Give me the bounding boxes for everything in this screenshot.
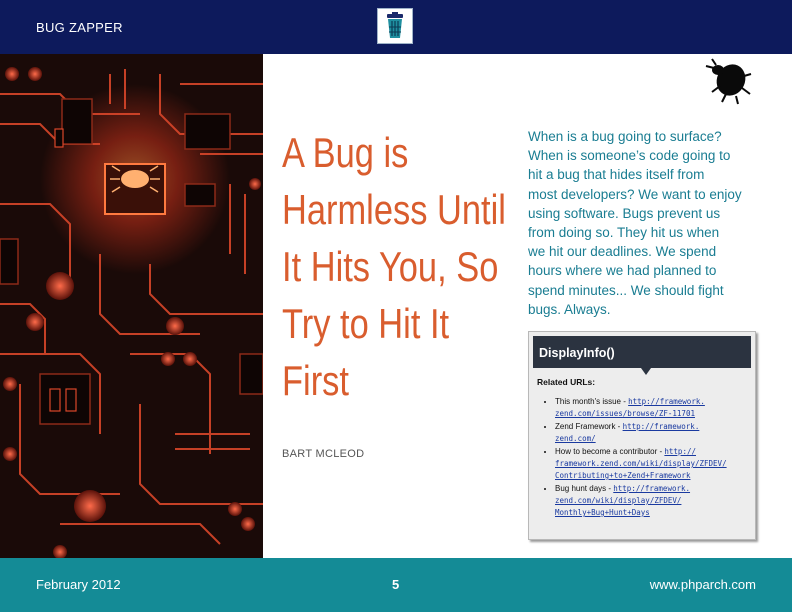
intro-line: most developers? We want to enjoy	[528, 186, 742, 202]
intro-line: hit a bug that hides itself from	[528, 167, 705, 183]
title-line: Harmless Until	[282, 186, 506, 233]
issue-date: February 2012	[36, 577, 121, 592]
author-byline: BART MCLEOD	[282, 448, 365, 460]
page-header: BUG ZAPPER	[0, 0, 792, 54]
url-link[interactable]: http://	[664, 447, 696, 456]
url-link[interactable]: Monthly+Bug+Hunt+Days	[555, 508, 650, 517]
article-intro: When is a bug going to surface? When is …	[528, 127, 763, 319]
url-link[interactable]: http://framework.	[628, 397, 705, 406]
title-line: It Hits You, So	[282, 243, 499, 290]
link-label: How to become a contributor -	[555, 447, 665, 456]
list-item: This month's issue - http://framework. z…	[555, 396, 765, 420]
link-label: This month's issue -	[555, 397, 629, 406]
display-info-sidebar: DisplayInfo() Related URLs: This month's…	[528, 331, 756, 540]
url-link[interactable]: framework.zend.com/wiki/display/ZFDEV/	[555, 459, 727, 468]
url-link[interactable]: Contributing+to+Zend+Framework	[555, 471, 690, 480]
page-number: 5	[392, 577, 400, 592]
intro-line: hours where we had planned to	[528, 263, 717, 279]
url-link[interactable]: http://framework.	[623, 422, 700, 431]
sidebar-pointer-icon	[641, 368, 651, 375]
related-urls-list: This month's issue - http://framework. z…	[537, 396, 765, 520]
list-item: How to become a contributor - http:// fr…	[555, 446, 765, 482]
related-urls-label: Related URLs:	[537, 377, 596, 387]
list-item: Bug hunt days - http://framework. zend.c…	[555, 483, 765, 519]
circuit-board-bug-illustration	[0, 54, 263, 558]
url-link[interactable]: zend.com/	[555, 434, 596, 443]
intro-line: from doing so. They hit us when	[528, 225, 720, 241]
link-label: Bug hunt days -	[555, 484, 614, 493]
title-line: Try to Hit It	[282, 300, 450, 347]
link-label: Zend Framework -	[555, 422, 623, 431]
intro-line: When is a bug going to surface?	[528, 129, 722, 144]
intro-line: bugs. Always.	[528, 301, 611, 317]
url-link[interactable]: zend.com/wiki/display/ZFDEV/	[555, 496, 681, 505]
intro-line: spend minutes... We should fight	[528, 282, 724, 298]
list-item: Zend Framework - http://framework. zend.…	[555, 421, 765, 445]
intro-line: When is someone’s code going to	[528, 148, 731, 164]
site-url[interactable]: www.phparch.com	[650, 577, 756, 592]
section-title: BUG ZAPPER	[36, 20, 123, 35]
page-footer: February 2012 5 www.phparch.com	[0, 558, 792, 612]
sidebar-title: DisplayInfo()	[539, 346, 615, 360]
sidebar-header: DisplayInfo()	[533, 336, 751, 375]
url-link[interactable]: zend.com/issues/browse/ZF-11701	[555, 409, 695, 418]
beetle-icon	[704, 56, 752, 106]
title-line: First	[282, 357, 349, 404]
intro-line: using software. Bugs prevent us	[528, 205, 721, 221]
article-title: A Bug is Harmless Until It Hits You, So …	[282, 124, 512, 409]
url-link[interactable]: http://framework.	[613, 484, 690, 493]
trash-can-logo-icon	[377, 8, 413, 44]
intro-line: we hit our deadlines. We spend	[528, 244, 717, 260]
title-line: A Bug is	[282, 129, 409, 176]
